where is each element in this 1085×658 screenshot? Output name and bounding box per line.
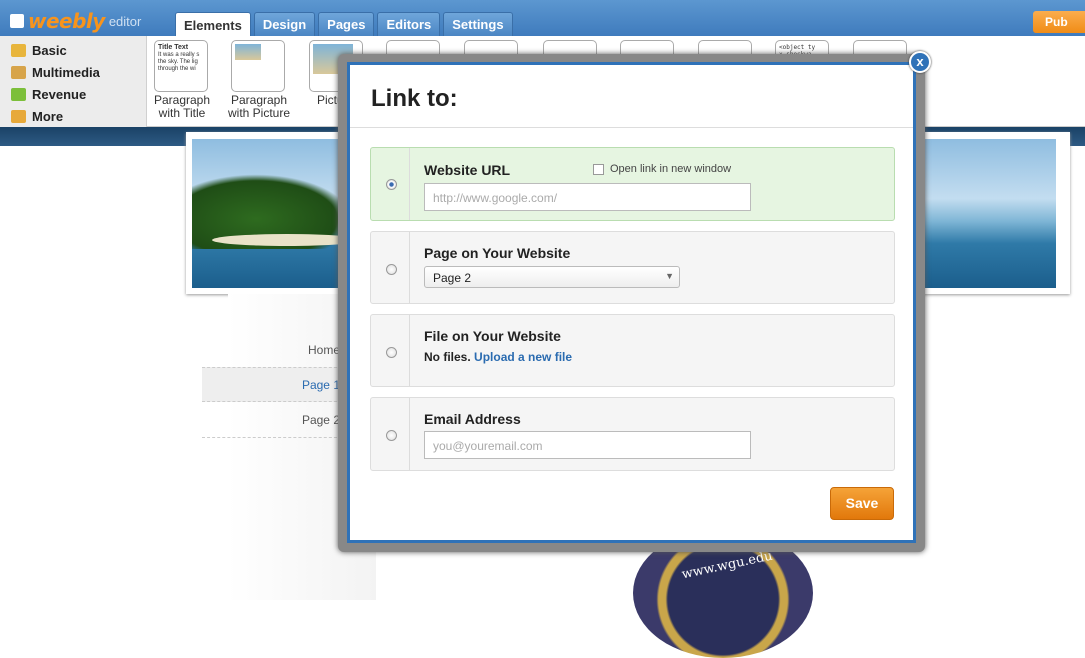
option-file-on-website[interactable]: File on Your Website No files. Upload a … [370, 314, 895, 387]
option-divider [409, 398, 410, 470]
tab-pages[interactable]: Pages [318, 12, 375, 36]
category-label: Multimedia [32, 64, 100, 80]
option-label: Page on Your Website [424, 245, 571, 261]
category-more[interactable]: More [0, 105, 146, 127]
radio-page[interactable] [386, 264, 397, 275]
element-paragraph-with-picture[interactable] [231, 40, 285, 92]
category-label: More [32, 108, 64, 124]
category-revenue[interactable]: Revenue [0, 83, 146, 105]
option-label: Website URL [424, 162, 511, 178]
seal-text: www.wgu.edu [680, 548, 774, 583]
radio-file[interactable] [386, 347, 397, 358]
nav-page-1[interactable]: Page 1 [202, 367, 342, 402]
page-select[interactable]: Page 2 ▼ [424, 266, 680, 288]
save-button[interactable]: Save [830, 487, 894, 520]
upload-file-link[interactable]: Upload a new file [474, 350, 572, 364]
page-select-value: Page 2 [433, 271, 472, 285]
dialog-title: Link to: [371, 85, 458, 112]
logo-text: weebly [28, 9, 105, 33]
element-label-line2: with Title [158, 106, 206, 120]
logo-icon [10, 14, 24, 28]
nav-page-2[interactable]: Page 2 [202, 403, 342, 438]
option-divider [409, 148, 410, 220]
option-divider [409, 315, 410, 386]
tab-settings[interactable]: Settings [443, 12, 513, 36]
option-page-on-website[interactable]: Page on Your Website Page 2 ▼ [370, 231, 895, 304]
main-tabs: Elements Design Pages Editors Settings [175, 12, 513, 37]
multimedia-category-icon [11, 65, 26, 79]
element-paragraph-with-title[interactable]: Title Text It was a really s the sky. Th… [154, 40, 208, 92]
tab-elements[interactable]: Elements [175, 12, 251, 37]
basic-category-icon [11, 43, 26, 57]
category-multimedia[interactable]: Multimedia [0, 61, 146, 83]
revenue-category-icon [11, 87, 26, 101]
no-files-text: No files. Upload a new file [424, 350, 572, 364]
category-label: Revenue [32, 86, 87, 102]
tab-editors[interactable]: Editors [377, 12, 441, 36]
category-label: Basic [32, 42, 67, 58]
open-new-window-checkbox[interactable]: Open link in new window [593, 163, 731, 175]
chevron-down-icon: ▼ [665, 271, 674, 281]
thumb-body-text: It was a really s the sky. The lig throu… [158, 52, 200, 72]
thumb-title-text: Title Text [158, 44, 189, 51]
nav-home[interactable]: Home [202, 333, 342, 368]
weebly-logo[interactable]: weebly editor [10, 9, 142, 33]
more-category-icon [11, 109, 26, 123]
email-input[interactable]: you@youremail.com [424, 431, 751, 459]
tab-design[interactable]: Design [253, 12, 316, 36]
option-email-address[interactable]: Email Address you@youremail.com [370, 397, 895, 471]
logo-suffix: editor [108, 13, 142, 29]
radio-website-url[interactable] [386, 179, 397, 190]
checkbox-label: Open link in new window [610, 163, 732, 175]
option-label: Email Address [424, 411, 521, 427]
website-url-input[interactable]: http://www.google.com/ [424, 183, 751, 211]
checkbox-box[interactable] [593, 163, 604, 175]
option-label: File on Your Website [424, 328, 561, 344]
element-label: Paragraph with Title [151, 94, 213, 120]
option-divider [409, 232, 410, 303]
element-categories: Basic Multimedia Revenue More [0, 36, 147, 127]
no-files-label: No files. [424, 350, 471, 364]
title-divider [350, 127, 913, 128]
close-icon[interactable]: x [909, 51, 931, 73]
editor-top-bar: weebly editor Elements Design Pages Edit… [0, 0, 1085, 37]
element-label: Paragraph with Picture [224, 94, 294, 120]
radio-email[interactable] [386, 430, 397, 441]
category-basic[interactable]: Basic [0, 39, 146, 61]
thumb-picture-icon [235, 44, 261, 60]
element-label-line2: with Picture [227, 106, 291, 120]
option-website-url[interactable]: Website URL Open link in new window http… [370, 147, 895, 221]
publish-button[interactable]: Pub [1033, 11, 1085, 33]
